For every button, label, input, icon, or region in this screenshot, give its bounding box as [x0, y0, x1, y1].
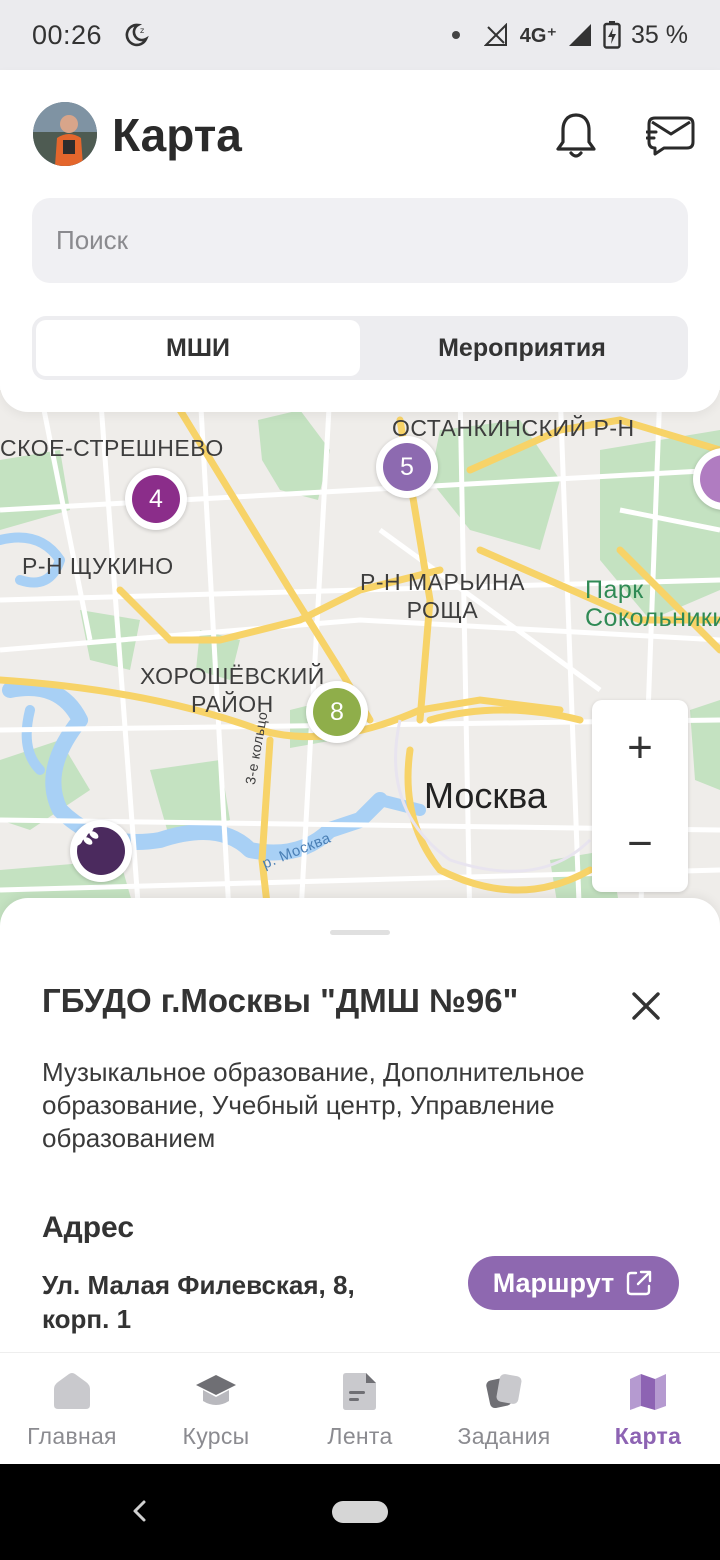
- signal-strength-icon: [569, 24, 592, 46]
- school-address: Ул. Малая Филевская, 8, корп. 1: [42, 1270, 355, 1334]
- nav-item-home[interactable]: Главная: [0, 1353, 144, 1464]
- zoom-in-button[interactable]: +: [592, 700, 688, 796]
- status-bar: 00:26 z 4G⁺ 35 %: [0, 0, 720, 70]
- external-link-icon: [627, 1270, 652, 1296]
- page-title: Карта: [112, 109, 242, 161]
- nav-label: Задания: [457, 1423, 551, 1449]
- zoom-out-button[interactable]: −: [592, 796, 688, 892]
- nav-label: Лента: [327, 1423, 393, 1449]
- close-icon[interactable]: [626, 986, 666, 1026]
- system-nav-bar: [0, 1464, 720, 1560]
- user-photo: [33, 102, 97, 166]
- back-icon[interactable]: [128, 1498, 150, 1524]
- home-gesture-pill[interactable]: [332, 1501, 388, 1523]
- map-view[interactable]: СКОЕ-СТРЕШНЕВО ОСТАНКИНСКИЙ Р-Н Р-Н ЩУКИ…: [0, 390, 720, 930]
- header-card: Карта МШИ Мероприятия: [0, 70, 720, 412]
- cluster-count: 5: [383, 443, 431, 491]
- nav-label: Карта: [614, 1423, 682, 1449]
- nav-label: Курсы: [182, 1423, 250, 1449]
- segment-events[interactable]: Мероприятия: [360, 320, 684, 376]
- avatar[interactable]: [33, 102, 97, 166]
- notification-dot-icon: [451, 31, 460, 39]
- map-cluster-pin[interactable]: 5: [376, 436, 438, 498]
- do-not-disturb-moon-icon: z: [125, 23, 149, 47]
- messages-icon[interactable]: [646, 112, 696, 156]
- nav-item-map[interactable]: Карта: [576, 1353, 720, 1464]
- signal-off-icon: [483, 23, 507, 46]
- segment-mshi[interactable]: МШИ: [36, 320, 360, 376]
- map-label-marina-roshcha: Р-Н МАРЬИНА РОЩА: [360, 569, 525, 623]
- laurel-icon: [75, 824, 99, 847]
- home-icon: [54, 1373, 90, 1409]
- map-label-khoroshevsky: ХОРОШЁВСКИЙ РАЙОН: [140, 663, 325, 717]
- sheet-drag-handle[interactable]: [330, 930, 390, 935]
- graduation-cap-icon: [196, 1375, 236, 1405]
- selected-school-pin[interactable]: [70, 820, 132, 882]
- map-icon: [630, 1374, 666, 1410]
- svg-text:z: z: [140, 26, 144, 35]
- status-time: 00:26: [32, 19, 103, 50]
- feed-icon: [343, 1373, 376, 1410]
- map-cluster-pin[interactable]: 4: [125, 468, 187, 530]
- school-name: ГБУДО г.Москвы "ДМШ №96": [42, 982, 519, 1019]
- route-button-label: Маршрут: [492, 1267, 615, 1298]
- school-description: Музыкальное образование, Дополнительное …: [42, 1057, 585, 1153]
- battery-charging-icon: [603, 21, 621, 49]
- segment-control: МШИ Мероприятия: [32, 316, 688, 380]
- network-type: 4G⁺: [519, 24, 558, 47]
- address-heading: Адрес: [42, 1211, 135, 1244]
- map-cluster-pin[interactable]: 8: [306, 681, 368, 743]
- nav-label: Главная: [27, 1423, 117, 1449]
- map-label-ostankino: ОСТАНКИНСКИЙ Р-Н: [392, 415, 635, 441]
- nav-item-courses[interactable]: Курсы: [144, 1353, 288, 1464]
- cluster-count: 4: [132, 475, 180, 523]
- battery-level: 35 %: [631, 20, 688, 49]
- bell-icon[interactable]: [553, 110, 599, 160]
- map-label-streshnevo: СКОЕ-СТРЕШНЕВО: [0, 435, 224, 461]
- school-details-sheet: ГБУДО г.Москвы "ДМШ №96" Музыкальное обр…: [0, 898, 720, 1358]
- map-label-park-sokolniki: Парк Сокольники: [585, 576, 720, 632]
- route-button[interactable]: Маршрут: [468, 1256, 679, 1310]
- nav-item-tasks[interactable]: Задания: [432, 1353, 576, 1464]
- status-indicators: 4G⁺ 35 %: [451, 20, 688, 50]
- zoom-controls: + −: [592, 700, 688, 892]
- tasks-icon: [486, 1374, 522, 1409]
- cluster-count: 8: [313, 688, 361, 736]
- nav-item-feed[interactable]: Лента: [288, 1353, 432, 1464]
- bottom-nav: Главная Курсы Лента Задания Карта: [0, 1352, 720, 1464]
- map-label-moscow: Москва: [424, 775, 547, 816]
- search-input[interactable]: [32, 198, 688, 283]
- map-label-shchukino: Р-Н ЩУКИНО: [22, 553, 174, 579]
